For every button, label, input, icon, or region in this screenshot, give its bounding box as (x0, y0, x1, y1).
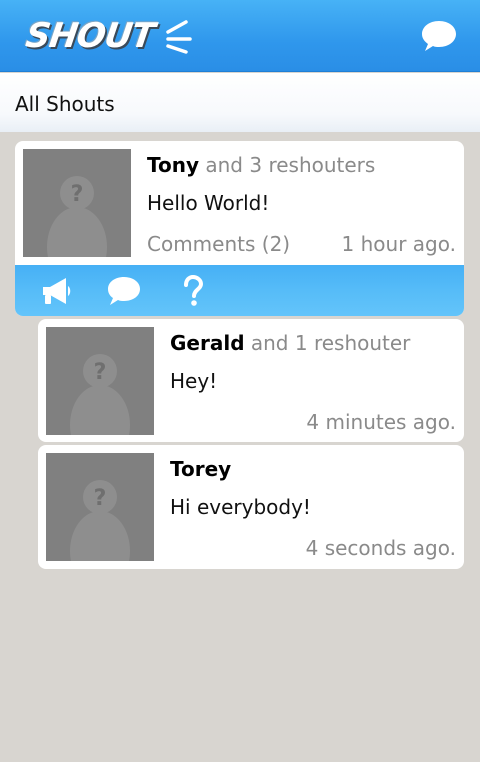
svg-text:?: ? (94, 360, 107, 385)
avatar-placeholder-icon: ? (23, 149, 131, 257)
shout-card[interactable]: ? Gerald and 1 reshouter Hey! 4 minutes … (38, 319, 464, 442)
shout-author: Tony and 3 reshouters (147, 153, 375, 177)
author-name[interactable]: Gerald (170, 331, 245, 355)
shout-time: 1 hour ago. (341, 232, 456, 256)
section-header: All Shouts (0, 73, 480, 132)
shout-message: Hello World! (147, 191, 270, 215)
shout-time: 4 seconds ago. (305, 536, 456, 560)
app-logo: SHOUT (23, 14, 196, 58)
shout-card[interactable]: ? Tony and 3 reshouters Hello World! Com… (15, 141, 464, 316)
shout-author: Gerald and 1 reshouter (170, 331, 410, 355)
shout-card[interactable]: ? Torey Hi everybody! 4 seconds ago. (38, 445, 464, 569)
avatar-placeholder-icon: ? (46, 327, 154, 435)
author-name[interactable]: Torey (170, 457, 231, 481)
section-title: All Shouts (15, 92, 115, 116)
megaphone-icon[interactable] (39, 274, 75, 308)
svg-text:?: ? (94, 486, 107, 511)
shout-message: Hi everybody! (170, 495, 311, 519)
shout-message: Hey! (170, 369, 218, 393)
speech-bubble-icon[interactable] (106, 274, 142, 308)
speech-bubble-icon[interactable] (420, 18, 458, 54)
question-icon[interactable] (175, 274, 211, 308)
shout-author: Torey (170, 457, 231, 481)
comments-link[interactable]: Comments (2) (147, 232, 290, 256)
shout-time: 4 minutes ago. (306, 410, 456, 434)
author-name[interactable]: Tony (147, 153, 199, 177)
app-header: SHOUT (0, 0, 480, 72)
reshouters-text[interactable]: and 1 reshouter (251, 331, 411, 355)
avatar-placeholder-icon: ? (46, 453, 154, 561)
logo-text: SHOUT (23, 16, 157, 56)
shout-action-bar (15, 265, 464, 316)
shout-lines-icon (165, 20, 192, 54)
svg-text:?: ? (71, 182, 84, 207)
reshouters-text[interactable]: and 3 reshouters (205, 153, 375, 177)
